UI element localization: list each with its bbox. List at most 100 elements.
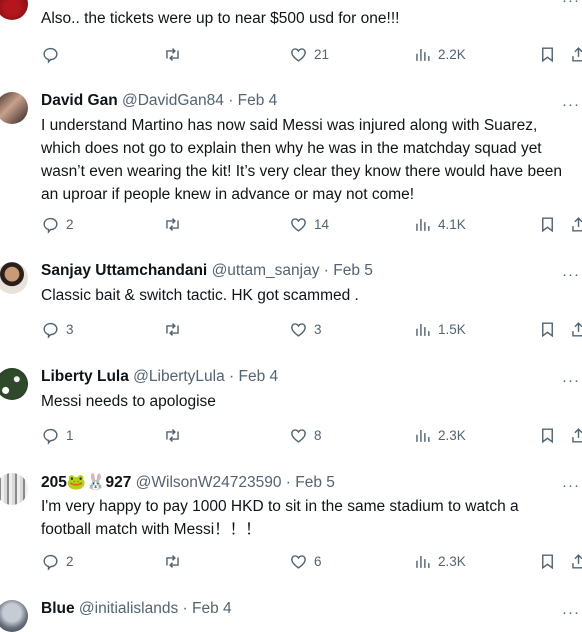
bookmark-button[interactable]: [538, 550, 557, 572]
views-icon: [413, 320, 432, 339]
retweet-button[interactable]: [163, 43, 182, 65]
like-button[interactable]: 14: [289, 213, 329, 235]
tweet-actions: 2 14 4.1K: [0, 213, 582, 235]
share-icon: [569, 426, 582, 445]
tweet-header: Blue @initialislands · Feb 4: [41, 600, 232, 618]
user-handle[interactable]: @initialislands: [79, 600, 178, 617]
reply-button[interactable]: [41, 43, 66, 65]
display-name[interactable]: David Gan: [41, 92, 118, 109]
separator: ·: [319, 262, 334, 279]
tweet-actions: 1 8 2.3K: [0, 424, 582, 446]
views-button[interactable]: 2.2K: [413, 43, 466, 65]
user-handle[interactable]: @WilsonW24723590: [136, 474, 282, 491]
user-handle[interactable]: @uttam_sanjay: [212, 262, 320, 279]
bookmark-button[interactable]: [538, 318, 557, 340]
tweet-date[interactable]: Feb 5: [295, 474, 335, 491]
display-name[interactable]: 205🐸🐰927: [41, 474, 131, 491]
bookmark-button[interactable]: [538, 213, 557, 235]
more-options-button[interactable]: ···: [562, 96, 580, 113]
like-icon: [289, 426, 308, 445]
tweet-text: Messi needs to apologise: [41, 393, 216, 410]
tweet-date[interactable]: Feb 4: [239, 368, 279, 385]
like-icon: [289, 45, 308, 64]
bookmark-icon: [538, 45, 557, 64]
views-icon: [413, 426, 432, 445]
retweet-button[interactable]: [163, 424, 182, 446]
tweet-date[interactable]: Feb 4: [192, 600, 232, 617]
display-name[interactable]: Blue: [41, 600, 75, 617]
share-button[interactable]: [569, 424, 582, 446]
share-icon: [569, 215, 582, 234]
avatar-crowd-photo-icon[interactable]: [0, 473, 28, 505]
like-button[interactable]: 21: [289, 43, 329, 65]
retweet-icon: [163, 426, 182, 445]
reply-count: 2: [66, 553, 74, 569]
display-name[interactable]: Liberty Lula: [41, 368, 129, 385]
more-options-button[interactable]: ···: [562, 477, 580, 494]
views-count: 4.1K: [438, 216, 466, 232]
views-button[interactable]: 2.3K: [413, 550, 466, 572]
tweet-actions: 3 3 1.5K: [0, 318, 582, 340]
like-icon: [289, 215, 308, 234]
views-button[interactable]: 1.5K: [413, 318, 466, 340]
share-button[interactable]: [569, 550, 582, 572]
like-icon: [289, 320, 308, 339]
tweet-text: I understand Martino has now said Messi …: [41, 117, 562, 203]
like-icon: [289, 552, 308, 571]
views-button[interactable]: 4.1K: [413, 213, 466, 235]
views-icon: [413, 552, 432, 571]
share-button[interactable]: [569, 213, 582, 235]
share-button[interactable]: [569, 318, 582, 340]
like-button[interactable]: 3: [289, 318, 322, 340]
tweet-date[interactable]: Feb 5: [333, 262, 373, 279]
reply-button[interactable]: 1: [41, 424, 74, 446]
avatar-man-photo-icon[interactable]: [0, 262, 28, 294]
more-options-button[interactable]: ···: [562, 266, 580, 283]
bookmark-button[interactable]: [538, 43, 557, 65]
like-count: 6: [314, 553, 322, 569]
share-icon: [569, 552, 582, 571]
tweet-header: Sanjay Uttamchandani @uttam_sanjay · Feb…: [41, 262, 373, 280]
bookmark-icon: [538, 320, 557, 339]
like-button[interactable]: 6: [289, 550, 322, 572]
reply-button[interactable]: 2: [41, 550, 74, 572]
retweet-icon: [163, 320, 182, 339]
tweet-header: 205🐸🐰927 @WilsonW24723590 · Feb 5: [41, 473, 335, 492]
tweet-text: Classic bait & switch tactic. HK got sca…: [41, 287, 359, 304]
tweet-header: David Gan @DavidGan84 · Feb 4: [41, 92, 277, 110]
more-options-button[interactable]: ···: [562, 604, 580, 621]
tweet-text: Also.. the tickets were up to near $500 …: [41, 10, 400, 27]
reply-button[interactable]: 3: [41, 318, 74, 340]
share-button[interactable]: [569, 43, 582, 65]
tweet-actions: 21 2.2K: [0, 43, 582, 65]
views-button[interactable]: 2.3K: [413, 424, 466, 446]
tweet-date[interactable]: Feb 4: [238, 92, 278, 109]
views-icon: [413, 215, 432, 234]
like-button[interactable]: 8: [289, 424, 322, 446]
avatar-red-icon[interactable]: [0, 0, 28, 20]
share-icon: [569, 45, 582, 64]
reply-button[interactable]: 2: [41, 213, 74, 235]
user-handle[interactable]: @LibertyLula: [133, 368, 225, 385]
bookmark-button[interactable]: [538, 424, 557, 446]
like-count: 3: [314, 321, 322, 337]
retweet-button[interactable]: [163, 550, 182, 572]
views-count: 1.5K: [438, 321, 466, 337]
like-count: 14: [314, 216, 330, 232]
avatar-blue-photo-icon[interactable]: [0, 600, 28, 632]
retweet-button[interactable]: [163, 318, 182, 340]
reply-count: 3: [66, 321, 74, 337]
avatar-flowers-photo-icon[interactable]: [0, 368, 28, 400]
avatar-couple-photo-icon[interactable]: [0, 92, 28, 124]
separator: ·: [224, 368, 239, 385]
separator: ·: [223, 92, 238, 109]
display-name[interactable]: Sanjay Uttamchandani: [41, 262, 207, 279]
views-icon: [413, 45, 432, 64]
user-handle[interactable]: @DavidGan84: [122, 92, 224, 109]
bookmark-icon: [538, 552, 557, 571]
more-options-button[interactable]: ···: [562, 372, 580, 389]
retweet-button[interactable]: [163, 213, 182, 235]
views-count: 2.2K: [438, 46, 466, 62]
reply-icon: [41, 426, 60, 445]
like-count: 8: [314, 427, 322, 443]
